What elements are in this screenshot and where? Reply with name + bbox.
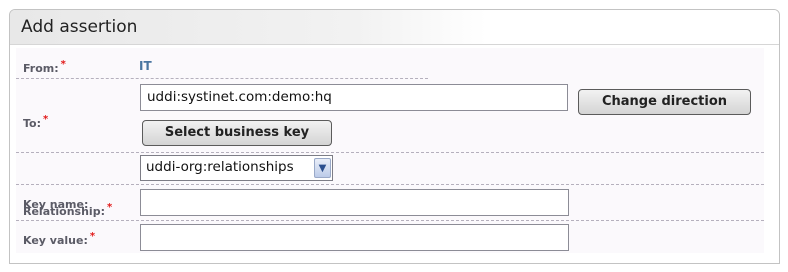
required-marker: * bbox=[89, 231, 96, 242]
row-divider bbox=[16, 184, 764, 185]
key-value-label: Key value: * bbox=[23, 231, 96, 247]
key-name-label: Key name: bbox=[23, 198, 89, 211]
from-label: From: * bbox=[23, 59, 66, 75]
required-marker: * bbox=[60, 59, 66, 70]
relationship-selected-value: uddi-org:relationships bbox=[146, 159, 294, 175]
change-direction-button[interactable]: Change direction bbox=[578, 89, 751, 115]
required-marker: * bbox=[106, 202, 113, 213]
assertion-form: From: * IT To: * uddi:systinet.com:demo:hq… bbox=[16, 48, 764, 253]
key-name-input[interactable] bbox=[140, 189, 569, 216]
row-divider bbox=[16, 78, 428, 79]
to-label: To: * bbox=[23, 114, 49, 130]
panel-title: Add assertion bbox=[21, 17, 138, 37]
row-divider bbox=[16, 152, 764, 153]
row-divider bbox=[16, 220, 764, 221]
to-business-key-input[interactable]: uddi:systinet.com:demo:hq bbox=[140, 84, 568, 111]
relationship-select[interactable]: uddi-org:relationships ▼ bbox=[140, 155, 333, 181]
chevron-down-icon[interactable]: ▼ bbox=[314, 158, 331, 178]
from-value: IT bbox=[139, 59, 152, 73]
panel-header: Add assertion bbox=[10, 10, 779, 45]
key-value-input[interactable] bbox=[140, 224, 569, 251]
select-business-key-button[interactable]: Select business key bbox=[142, 120, 332, 146]
required-marker: * bbox=[43, 114, 49, 125]
